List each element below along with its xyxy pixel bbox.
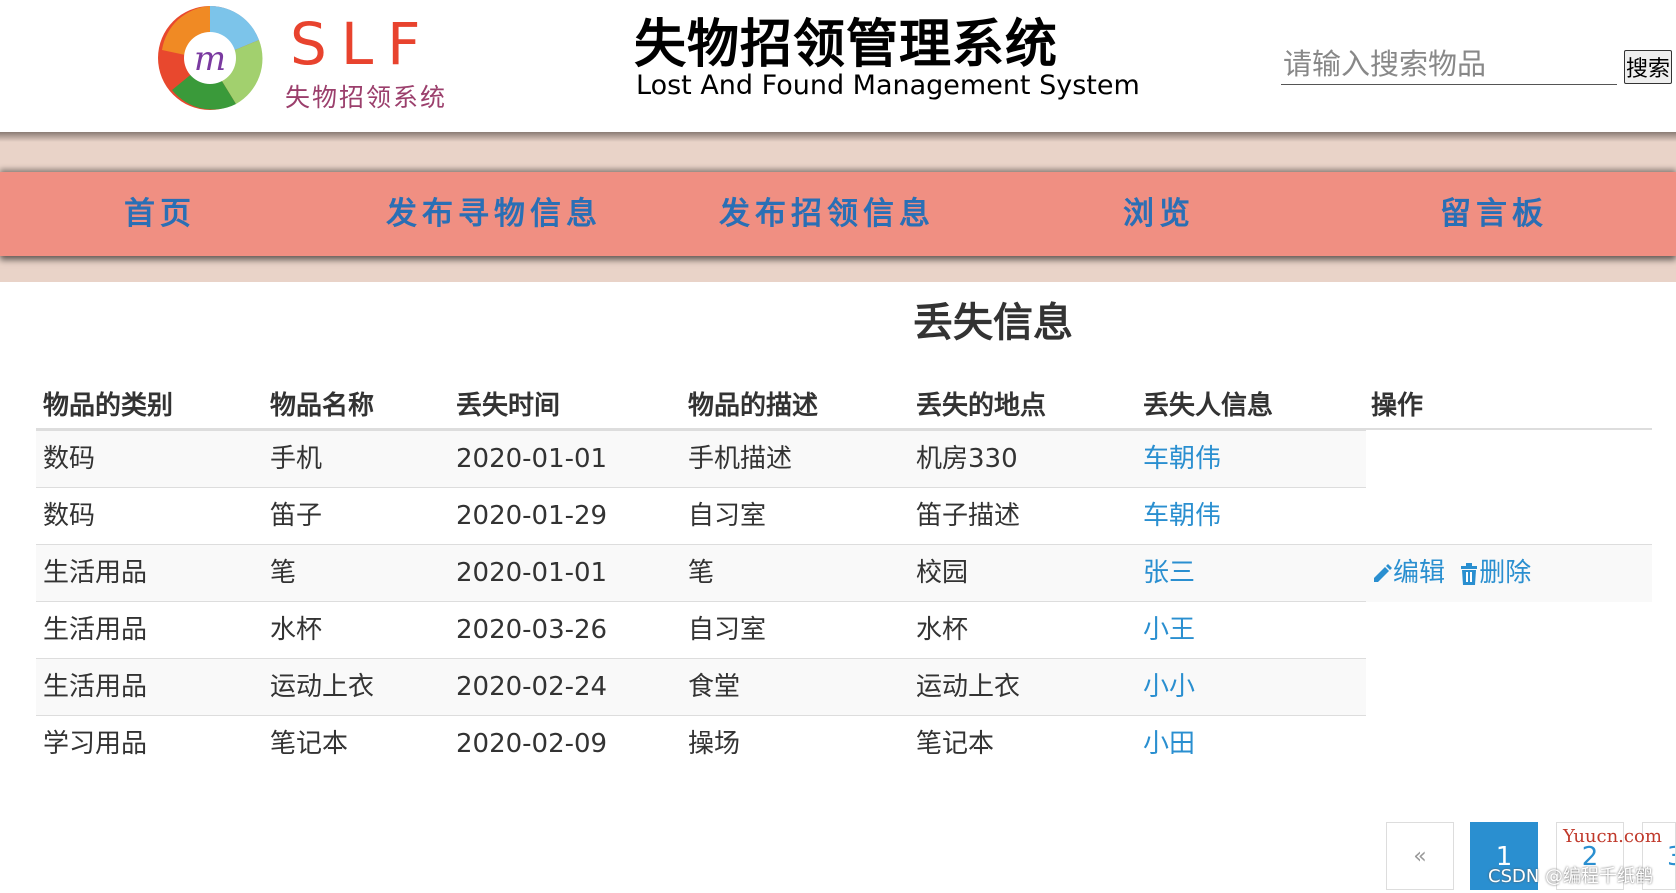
site-watermark: Yuucn.com — [1563, 826, 1662, 847]
cell-description: 操场 — [688, 729, 741, 759]
row-actions: 编辑 删除 — [1371, 545, 1531, 602]
svg-text:m: m — [194, 39, 226, 79]
cell-category: 学习用品 — [43, 729, 148, 759]
column-header-lost-time: 丢失时间 — [456, 391, 561, 421]
band-shadow — [0, 132, 1676, 142]
cell-owner-link[interactable]: 小田 — [1143, 716, 1195, 773]
logo-text: SLF — [290, 10, 435, 78]
cell-name: 笛子 — [270, 501, 323, 531]
cell-name: 笔 — [270, 558, 297, 588]
cell-lost-time: 2020-01-01 — [456, 444, 608, 474]
page-title: 丢失信息 — [913, 300, 1073, 346]
cell-owner-link[interactable]: 车朝伟 — [1143, 488, 1221, 545]
main-nav: 首页 发布寻物信息 发布招领信息 浏览 留言板 — [0, 172, 1676, 256]
cell-lost-time: 2020-03-26 — [456, 615, 608, 645]
credit-watermark: CSDN @编程千纸鹤 — [1488, 866, 1654, 887]
table-row: 学习用品 笔记本 2020-02-09 操场 笔记本 小田 — [36, 715, 1366, 773]
cell-location: 机房330 — [916, 444, 1018, 474]
cell-description: 食堂 — [688, 672, 741, 702]
table-row: 数码 手机 2020-01-01 手机描述 机房330 车朝伟 — [36, 430, 1366, 488]
nav-item-browse[interactable]: 浏览 — [1123, 172, 1195, 256]
column-header-location: 丢失的地点 — [916, 391, 1047, 421]
site-title: 失物招领管理系统 — [634, 15, 1059, 75]
cell-owner-link[interactable]: 小小 — [1143, 659, 1195, 716]
cell-category: 数码 — [43, 501, 96, 531]
pencil-icon — [1374, 563, 1392, 582]
cell-lost-time: 2020-01-29 — [456, 501, 608, 531]
column-header-actions: 操作 — [1371, 391, 1424, 421]
cell-lost-time: 2020-01-01 — [456, 558, 608, 588]
pagination-prev[interactable]: « — [1386, 822, 1454, 890]
nav-item-home[interactable]: 首页 — [124, 172, 196, 256]
table-row: 生活用品 水杯 2020-03-26 自习室 水杯 小王 — [36, 601, 1366, 659]
cell-name: 笔记本 — [270, 729, 349, 759]
cell-name: 运动上衣 — [270, 672, 375, 702]
cell-lost-time: 2020-02-09 — [456, 729, 608, 759]
search-input[interactable] — [1281, 44, 1617, 85]
cell-location: 运动上衣 — [916, 672, 1021, 702]
logo-subtext: 失物招领系统 — [285, 83, 448, 112]
cell-owner-link[interactable]: 车朝伟 — [1143, 431, 1221, 488]
cell-category: 生活用品 — [43, 672, 148, 702]
delete-label: 删除 — [1479, 558, 1532, 588]
site-header: m SLF 失物招领系统 失物招领管理系统 Lost And Found Man… — [0, 0, 1676, 132]
cell-category: 生活用品 — [43, 615, 148, 645]
nav-item-post-lost[interactable]: 发布寻物信息 — [386, 172, 602, 256]
column-header-description: 物品的描述 — [688, 391, 819, 421]
table-row: 生活用品 笔 2020-01-01 笔 校园 张三 编辑 删除 — [36, 544, 1652, 602]
cell-location: 校园 — [916, 558, 969, 588]
edit-action[interactable]: 编辑 — [1371, 558, 1453, 588]
cell-description: 笔 — [688, 558, 715, 588]
column-header-name: 物品名称 — [270, 391, 375, 421]
site-subtitle: Lost And Found Management System — [636, 70, 1140, 101]
cell-description: 手机描述 — [688, 444, 793, 474]
cell-location: 笛子描述 — [916, 501, 1021, 531]
table-row: 生活用品 运动上衣 2020-02-24 食堂 运动上衣 小小 — [36, 658, 1366, 716]
column-header-owner: 丢失人信息 — [1143, 391, 1274, 421]
cell-owner-link[interactable]: 小王 — [1143, 602, 1195, 659]
nav-item-message-board[interactable]: 留言板 — [1440, 172, 1548, 256]
delete-action[interactable]: 删除 — [1459, 558, 1531, 588]
cell-location: 水杯 — [916, 615, 969, 645]
trash-icon — [1461, 562, 1478, 585]
table-row: 数码 笛子 2020-01-29 自习室 笛子描述 车朝伟 — [36, 487, 1366, 545]
nav-item-post-found[interactable]: 发布招领信息 — [719, 172, 935, 256]
edit-label: 编辑 — [1393, 558, 1446, 588]
cell-category: 生活用品 — [43, 558, 148, 588]
cell-name: 水杯 — [270, 615, 323, 645]
cell-lost-time: 2020-02-24 — [456, 672, 608, 702]
cell-category: 数码 — [43, 444, 96, 474]
cell-location: 笔记本 — [916, 729, 995, 759]
search-button[interactable]: 搜索 — [1624, 50, 1672, 84]
cell-owner-link[interactable]: 张三 — [1143, 545, 1195, 602]
cell-name: 手机 — [270, 444, 323, 474]
cell-description: 自习室 — [688, 615, 767, 645]
cell-description: 自习室 — [688, 501, 767, 531]
column-header-category: 物品的类别 — [43, 391, 174, 421]
